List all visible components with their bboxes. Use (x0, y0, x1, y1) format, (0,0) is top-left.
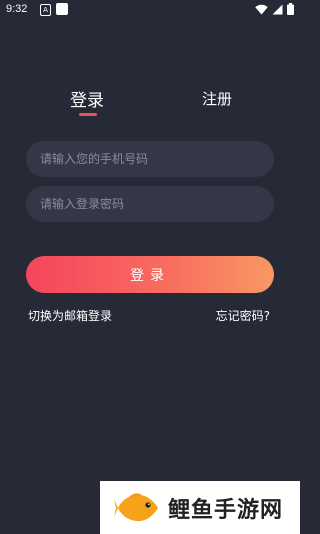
auth-tabs: 登录 注册 (0, 86, 300, 122)
watermark: 鲤鱼手游网 (100, 481, 300, 534)
square-notification-icon (56, 3, 68, 15)
battery-icon (287, 3, 294, 15)
password-field[interactable] (26, 186, 274, 222)
password-input[interactable] (38, 196, 274, 212)
forgot-password-link[interactable]: 忘记密码? (216, 307, 270, 324)
wifi-icon (255, 4, 268, 14)
carp-logo-icon (114, 492, 158, 521)
status-time: 9:32 (6, 3, 28, 15)
signal-icon (272, 4, 283, 14)
tab-login[interactable]: 登录 (70, 86, 104, 111)
watermark-text: 鲤鱼手游网 (168, 497, 284, 523)
active-tab-indicator (79, 113, 97, 116)
phone-input[interactable] (38, 151, 274, 167)
phone-field[interactable] (26, 141, 274, 177)
email-login-link[interactable]: 切换为邮箱登录 (28, 307, 112, 324)
login-button[interactable]: 登录 (26, 256, 274, 293)
android-notification-icon: A (40, 4, 51, 16)
status-bar: 9:32 A (0, 0, 300, 20)
status-indicators (255, 3, 294, 15)
tab-register[interactable]: 注册 (202, 88, 232, 109)
